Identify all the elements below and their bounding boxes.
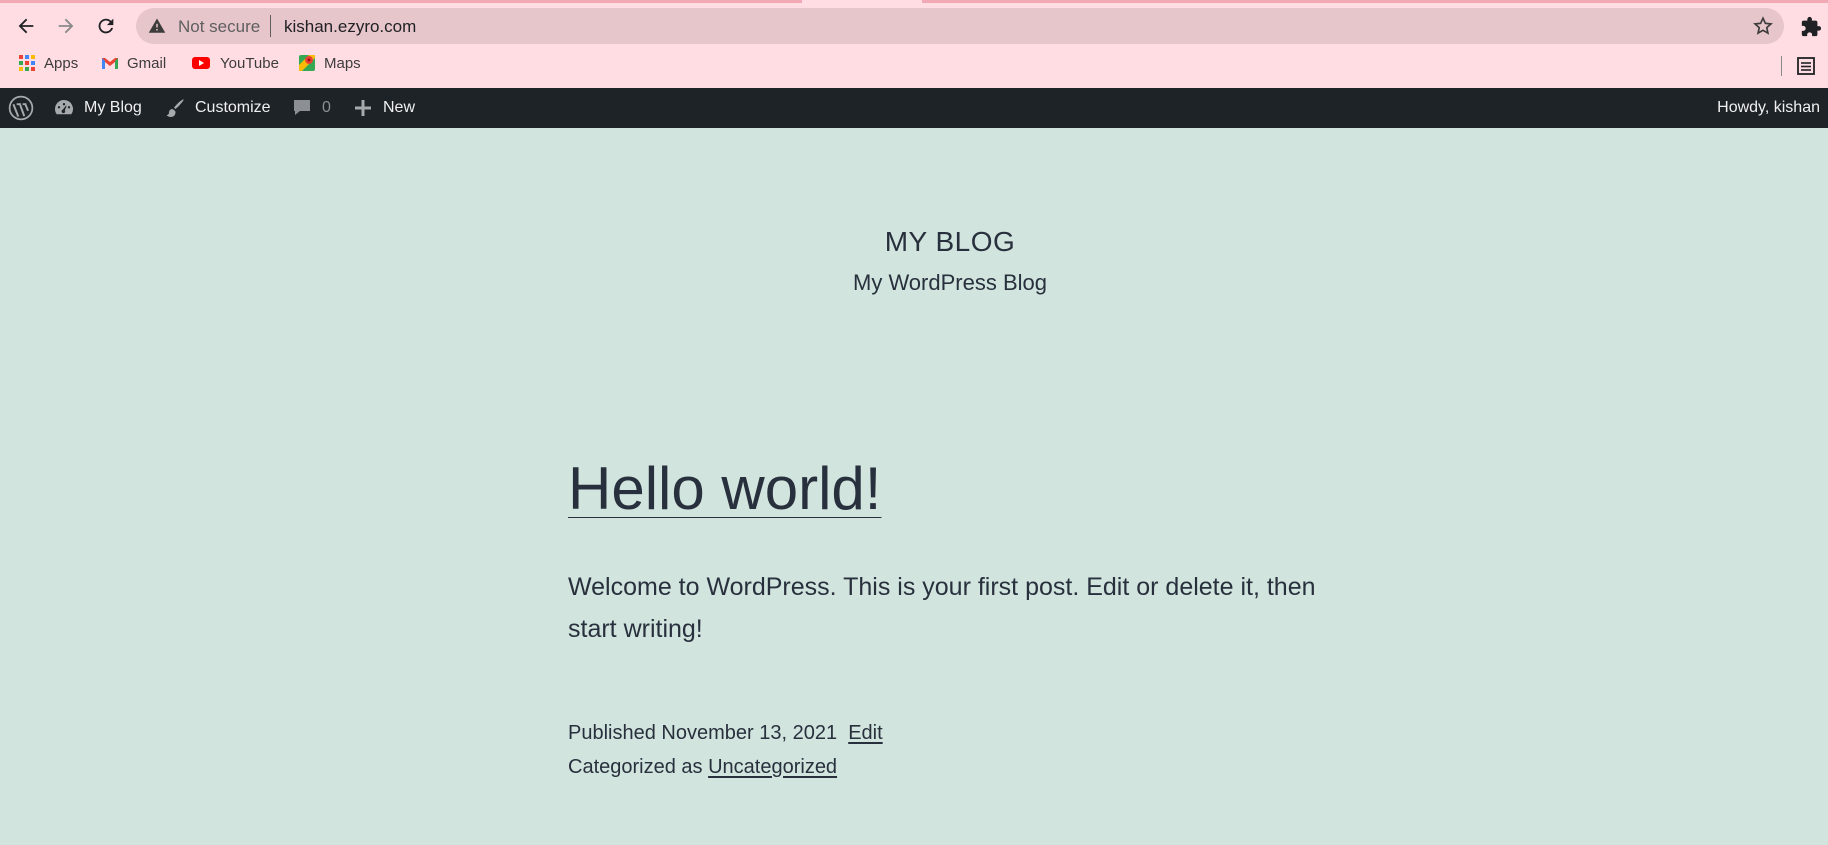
extensions-puzzle-icon[interactable] <box>1800 16 1822 38</box>
comment-bubble-icon <box>294 100 310 115</box>
published-prefix: Published <box>568 722 656 744</box>
address-bar[interactable]: Not secure kishan.ezyro.com <box>136 8 1784 44</box>
reload-icon <box>98 18 114 34</box>
bookmark-maps[interactable]: Maps <box>298 54 361 72</box>
bookmarks-divider <box>1781 56 1782 76</box>
categorized-prefix: Categorized as <box>568 756 703 778</box>
edit-post-link[interactable]: Edit <box>848 722 882 744</box>
youtube-icon <box>192 57 210 69</box>
bookmark-label: Maps <box>324 54 361 72</box>
gmail-icon <box>102 58 118 69</box>
post-title-link[interactable]: Hello world! <box>568 454 881 523</box>
plus-icon <box>355 100 371 116</box>
post-meta: Published November 13, 2021 Edit Categor… <box>568 716 883 784</box>
published-date: November 13, 2021 <box>661 722 838 744</box>
omnibox-divider <box>270 15 271 37</box>
bookmark-label: Apps <box>44 54 79 72</box>
customize-label: Customize <box>195 99 271 116</box>
customize-link[interactable]: Customize <box>163 88 271 128</box>
comments-link[interactable]: 0 <box>290 88 331 128</box>
warning-icon <box>148 18 166 33</box>
post-content: Welcome to WordPress. This is your first… <box>568 573 1316 643</box>
star-icon[interactable] <box>1752 15 1774 37</box>
reading-list-icon[interactable] <box>1796 56 1816 76</box>
site-title[interactable]: MY BLOG <box>0 226 1828 258</box>
dashboard-gauge-icon <box>55 100 73 115</box>
reload-button[interactable] <box>90 10 122 42</box>
wordpress-logo-button[interactable] <box>8 88 34 128</box>
bookmarks-bar: Apps Gmail YouTube Maps <box>0 52 1828 80</box>
bookmark-apps[interactable]: Apps <box>18 54 78 72</box>
bookmark-label: YouTube <box>220 54 279 72</box>
site-description: My WordPress Blog <box>853 270 1047 295</box>
tab-strip <box>0 0 802 3</box>
browser-chrome: Not secure kishan.ezyro.com Apps Gmail Y… <box>0 0 1828 88</box>
category-link[interactable]: Uncategorized <box>708 756 837 778</box>
user-account-menu[interactable]: Howdy, kishan <box>1717 88 1820 128</box>
paintbrush-icon <box>166 99 184 117</box>
url-text[interactable]: kishan.ezyro.com <box>284 17 416 37</box>
new-label: New <box>383 99 416 116</box>
bookmark-youtube[interactable]: YouTube <box>190 54 279 72</box>
apps-grid-icon <box>19 55 35 71</box>
back-arrow-icon <box>18 18 34 34</box>
new-content-menu[interactable]: New <box>351 88 415 128</box>
comments-count: 0 <box>322 99 331 116</box>
wp-admin-bar: My Blog Customize 0 New Howdy, kishan <box>0 88 1828 128</box>
tab-strip <box>922 0 1828 3</box>
bookmark-label: Gmail <box>127 54 167 72</box>
maps-icon <box>299 55 315 71</box>
wordpress-logo-icon <box>8 95 34 121</box>
browser-toolbar: Not secure kishan.ezyro.com <box>0 6 1828 46</box>
post-category-line: Categorized as Uncategorized <box>568 750 883 784</box>
site-name-menu[interactable]: My Blog <box>52 88 142 128</box>
forward-arrow-icon <box>58 18 74 34</box>
post-published-line: Published November 13, 2021 Edit <box>568 716 883 750</box>
site-name-label: My Blog <box>84 99 142 116</box>
bookmark-gmail[interactable]: Gmail <box>101 54 166 72</box>
forward-button[interactable] <box>50 10 82 42</box>
security-status[interactable]: Not secure <box>178 17 260 37</box>
back-button[interactable] <box>10 10 42 42</box>
